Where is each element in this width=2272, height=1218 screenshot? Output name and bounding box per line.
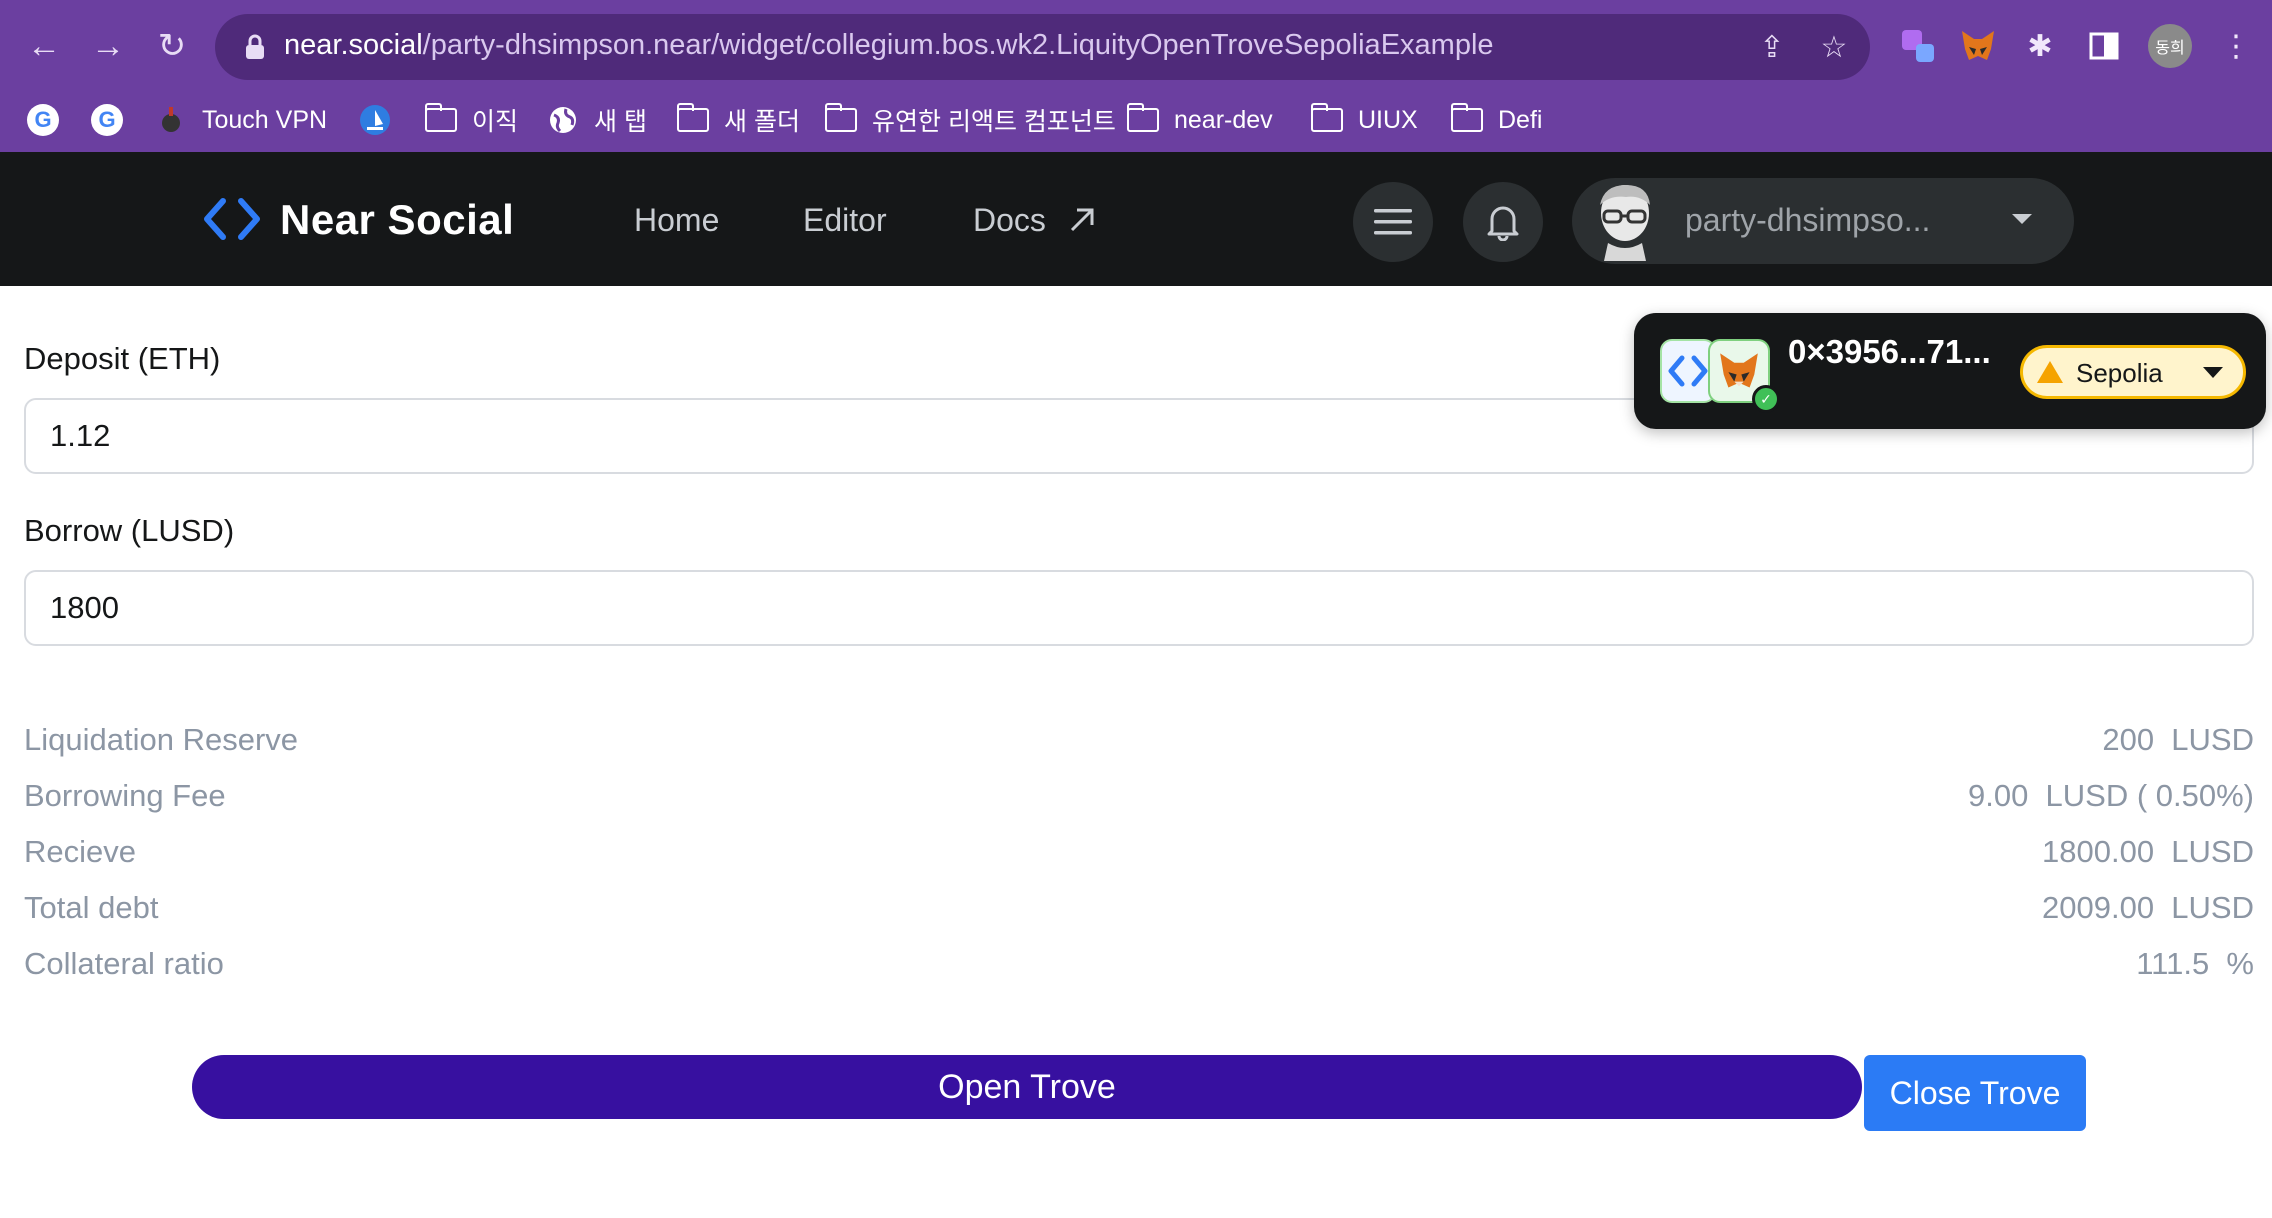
star-icon[interactable]: ☆ [1817, 30, 1851, 64]
bookmark-folder-job[interactable]: 이직 [424, 98, 518, 142]
folder-icon [1310, 103, 1343, 132]
nav-home[interactable]: Home [634, 202, 719, 239]
reload-icon[interactable]: ↻ [146, 20, 198, 72]
bookmark-touch-vpn[interactable]: Touch VPN [154, 98, 327, 142]
folder-icon [424, 103, 457, 132]
liquidation-reserve-value: 200 LUSD [2102, 722, 2254, 757]
folder-icon [1126, 103, 1159, 132]
close-trove-button[interactable]: Close Trove [1864, 1055, 2086, 1131]
bookmark-google[interactable]: G [26, 98, 74, 142]
account-name: party-dhsimpso... [1685, 202, 1931, 238]
receive-value: 1800.00 LUSD [2042, 834, 2254, 869]
hamburger-icon [1374, 209, 1412, 235]
total-debt-value: 2009.00 LUSD [2042, 890, 2254, 925]
external-link-icon [1070, 208, 1094, 232]
code-brackets-logo-icon[interactable] [203, 197, 261, 241]
collateral-ratio-label: Collateral ratio [24, 946, 224, 981]
bookmark-folder-defi[interactable]: Defi [1450, 98, 1542, 142]
collateral-ratio-value: 111.5 % [2136, 946, 2254, 981]
network-selector[interactable]: Sepolia [2020, 345, 2246, 399]
extension-pen-icon[interactable] [1896, 24, 1940, 68]
borrowing-fee-value: 9.00 LUSD ( 0.50%) [1967, 778, 2254, 813]
borrow-field[interactable] [24, 570, 2254, 646]
brand-name[interactable]: Near Social [280, 196, 514, 244]
chevron-down-icon [2012, 214, 2032, 224]
deposit-label: Deposit (ETH) [24, 341, 221, 376]
vpn-icon [154, 105, 188, 135]
avatar [1600, 185, 1650, 261]
bookmark-folder-react[interactable]: 유연한 리액트 컴포넌트 [824, 98, 1116, 142]
metamask-extension-icon[interactable] [1956, 24, 2000, 68]
network-label: Sepolia [2076, 358, 2163, 388]
menu-button[interactable] [1353, 182, 1433, 262]
borrow-input[interactable] [26, 572, 2252, 644]
share-icon[interactable]: ⇪ [1755, 30, 1789, 64]
globe-icon [546, 105, 580, 135]
bookmark-google[interactable]: G [90, 98, 138, 142]
notifications-button[interactable] [1463, 182, 1543, 262]
bookmark-sailboat[interactable] [358, 98, 406, 142]
bookmarks-bar: G G Touch VPN 이직 새 탭 새 폴더 유연한 리액트 컴포넌트 n… [0, 92, 2272, 152]
total-debt-label: Total debt [24, 890, 159, 925]
warning-icon [2037, 361, 2063, 383]
bookmark-folder-uiux[interactable]: UIUX [1310, 98, 1418, 142]
folder-icon [1450, 103, 1483, 132]
nav-docs-label: Docs [973, 202, 1046, 238]
side-panel-icon[interactable] [2082, 24, 2126, 68]
liquidation-reserve-label: Liquidation Reserve [24, 722, 299, 757]
wallet-connection-widget[interactable]: ✓ 0×3956...71... Sepolia [1634, 313, 2266, 429]
connected-check-icon: ✓ [1752, 385, 1780, 413]
nav-docs[interactable]: Docs [973, 202, 1095, 239]
site-header: Near Social Home Editor Docs party-dhsim… [0, 152, 2272, 286]
google-icon: G [27, 104, 59, 136]
forward-icon[interactable]: → [82, 20, 134, 72]
bookmark-folder-near-dev[interactable]: near-dev [1126, 98, 1273, 142]
open-trove-button[interactable]: Open Trove [192, 1055, 1862, 1119]
url-text: near.social/party-dhsimpson.near/widget/… [284, 29, 1494, 61]
lock-icon [246, 34, 264, 59]
google-icon: G [91, 104, 123, 136]
chevron-down-icon [2203, 367, 2223, 378]
more-menu-icon[interactable]: ⋮ [2214, 24, 2258, 68]
sailboat-icon [358, 105, 392, 135]
folder-icon [676, 103, 709, 132]
browser-chrome: ← → ↻ near.social/party-dhsimpson.near/w… [0, 0, 2272, 152]
nav-editor[interactable]: Editor [803, 202, 887, 239]
account-dropdown[interactable]: party-dhsimpso... [1572, 178, 2074, 264]
profile-avatar[interactable]: 동희 [2148, 24, 2192, 68]
wallet-address: 0×3956...71... [1788, 333, 1991, 370]
back-icon[interactable]: ← [18, 20, 70, 72]
borrowing-fee-label: Borrowing Fee [24, 778, 226, 813]
browser-toolbar: ← → ↻ near.social/party-dhsimpson.near/w… [0, 0, 2272, 92]
bookmark-new-tab[interactable]: 새 탭 [546, 98, 647, 142]
address-bar[interactable]: near.social/party-dhsimpson.near/widget/… [215, 14, 1870, 80]
folder-icon [824, 103, 857, 132]
bell-icon [1487, 206, 1519, 241]
extensions-puzzle-icon[interactable]: ✱ [2018, 24, 2062, 68]
bookmark-folder-new[interactable]: 새 폴더 [676, 98, 800, 142]
receive-label: Recieve [24, 834, 136, 869]
borrow-label: Borrow (LUSD) [24, 513, 235, 548]
